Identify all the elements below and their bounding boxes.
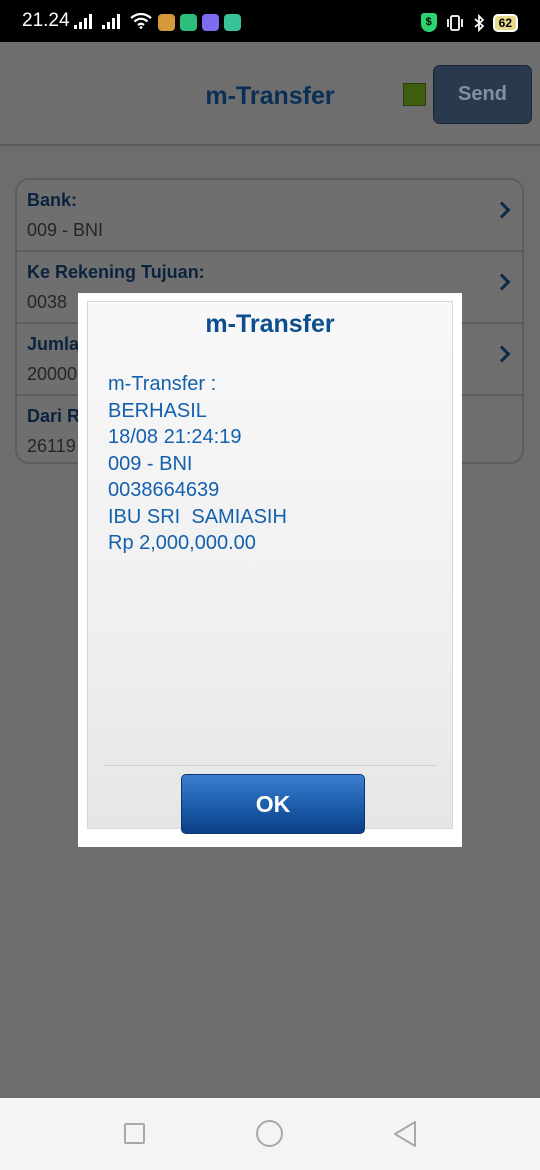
- dialog-divider: [103, 765, 437, 766]
- row-label: Bank:: [27, 190, 78, 210]
- row-label: Ke Rekening Tujuan:: [27, 262, 205, 282]
- signal-icon-2: [102, 13, 120, 29]
- vibrate-icon: [446, 14, 463, 31]
- message-line: 18/08 21:24:19: [108, 426, 242, 448]
- nav-back-icon[interactable]: [393, 1120, 417, 1148]
- message-line: BERHASIL: [108, 399, 207, 422]
- chevron-right-icon: [493, 273, 511, 291]
- message-line: IBU SRI SAMIASIH: [108, 505, 287, 528]
- chevron-right-icon: [493, 201, 511, 219]
- dialog-body: m-Transfer m-Transfer : BERHASIL 18/08 2…: [87, 301, 453, 834]
- app-notification-icon: [180, 14, 197, 31]
- row-label: Jumla: [27, 334, 80, 354]
- message-line: Rp 2,000,000.00: [108, 532, 256, 554]
- row-value: 20000: [27, 364, 78, 384]
- nav-recents-icon[interactable]: [124, 1123, 145, 1144]
- send-button[interactable]: Send: [433, 65, 532, 124]
- result-dialog: m-Transfer m-Transfer : BERHASIL 18/08 2…: [78, 293, 462, 847]
- signal-icon: [74, 13, 92, 29]
- message-line: 0038664639: [108, 479, 220, 501]
- dialog-title: m-Transfer: [205, 310, 335, 338]
- status-indicator: [403, 83, 426, 106]
- dialog-message: m-Transfer : BERHASIL 18/08 21:24:19 009…: [108, 371, 438, 557]
- nav-home-icon[interactable]: [256, 1120, 283, 1147]
- row-value: 0038: [27, 292, 68, 312]
- row-label: Dari R: [27, 406, 81, 426]
- bluetooth-icon: [474, 13, 484, 32]
- form-row-bank[interactable]: Bank: 009 - BNI: [17, 180, 522, 252]
- status-bar: 21.24 $ 62: [0, 0, 540, 42]
- app-header: m-Transfer Send: [0, 42, 540, 146]
- message-line: 009 - BNI: [108, 452, 193, 475]
- status-time: 21.24: [22, 10, 70, 31]
- navigation-bar: [0, 1098, 540, 1170]
- vpn-shield-icon: $: [420, 13, 437, 32]
- status-right-group: $ 62: [420, 13, 518, 32]
- message-line: m-Transfer :: [108, 373, 217, 395]
- chevron-right-icon: [493, 345, 511, 363]
- row-value: 009 - BNI: [27, 220, 104, 240]
- battery-icon: 62: [492, 13, 518, 32]
- app-notification-icon: [158, 14, 175, 31]
- row-value: 26119: [27, 436, 76, 456]
- wifi-icon: [130, 13, 152, 29]
- ok-button[interactable]: OK: [181, 774, 365, 834]
- app-notification-icon: [224, 14, 241, 31]
- app-notification-icon: [202, 14, 219, 31]
